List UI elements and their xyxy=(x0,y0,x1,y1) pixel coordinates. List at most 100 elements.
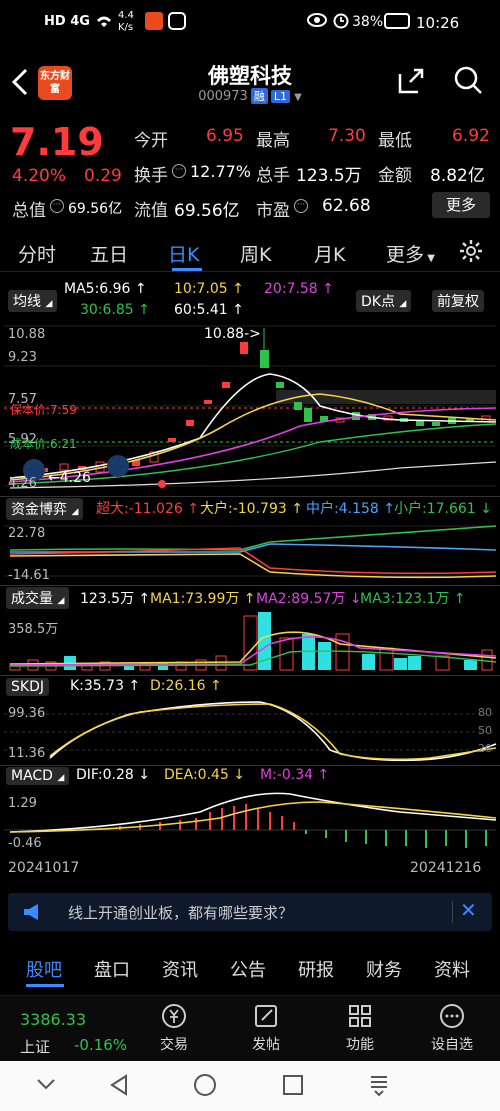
more-dots-icon[interactable]: ··· xyxy=(50,199,64,213)
caret-icon: ◢ xyxy=(57,596,65,606)
app-logo: 东方财富 xyxy=(38,66,72,100)
trade-label: 交易 xyxy=(160,1037,188,1053)
tab-month-k[interactable]: 月K xyxy=(314,240,345,267)
skdj-y-top: 99.36 xyxy=(8,706,46,721)
change-percent: 4.20% xyxy=(12,166,67,186)
total-hand-value: 123.5万 xyxy=(296,166,362,186)
skdj-y-bottom: 11.36 xyxy=(8,746,46,761)
ma30-value: 30:6.85 ↑ xyxy=(80,302,150,318)
volume-ma3: MA3:123.1万 ↑ xyxy=(360,591,466,607)
tab-news[interactable]: 资讯 xyxy=(162,956,198,982)
search-icon xyxy=(454,66,482,94)
post-button[interactable]: 发帖 xyxy=(236,1002,296,1054)
index-value: 3386.33 xyxy=(20,1010,87,1029)
caret-icon: ◢ xyxy=(71,507,79,517)
share-icon xyxy=(398,68,424,94)
tab-five-day[interactable]: 五日 xyxy=(90,240,128,267)
skdj-50: 50 xyxy=(478,724,492,737)
signal-icon: HD 4G xyxy=(44,14,90,29)
dk-point-button[interactable]: DK点 ◢ xyxy=(356,290,412,312)
skdj-selector[interactable]: SKDJ xyxy=(6,678,49,696)
fund-label: 资金博弈 xyxy=(11,502,67,518)
turnover-value: 12.77% xyxy=(190,162,252,181)
active-tab-indicator xyxy=(172,268,202,271)
chevron-down-icon[interactable] xyxy=(36,1077,56,1091)
fund-mid-line xyxy=(10,543,497,553)
notice-divider xyxy=(452,901,453,923)
volume-label: 成交量 xyxy=(11,591,53,607)
fund-big: 大户:-10.793 ↑ xyxy=(200,501,303,517)
float-value: 69.56亿 xyxy=(174,201,240,221)
low-label: 最低 xyxy=(378,131,412,151)
volume-selector[interactable]: 成交量 ◢ xyxy=(6,587,70,609)
tab-more[interactable]: 更多 ▼ xyxy=(386,240,435,267)
notice-bar[interactable]: 线上开通创业板，都有哪些要求？ ✕ xyxy=(8,893,492,931)
tab-day-k[interactable]: 日K xyxy=(168,240,199,267)
settings-button[interactable] xyxy=(458,238,484,268)
tab-week-k[interactable]: 周K xyxy=(240,240,271,267)
high-label: 最高 xyxy=(256,131,290,151)
home-circle-icon[interactable] xyxy=(193,1073,217,1097)
chart-tool-icon[interactable] xyxy=(107,455,129,477)
tab-research[interactable]: 研报 xyxy=(298,956,334,982)
index-change: -0.16% xyxy=(74,1036,128,1054)
adjust-button[interactable]: 前复权 xyxy=(432,290,484,312)
caret-icon: ◢ xyxy=(45,299,53,309)
more-dots-icon[interactable]: ··· xyxy=(294,199,308,213)
system-nav-bar xyxy=(0,1061,500,1111)
stock-code[interactable]: 000973 融 L1 ▼ xyxy=(150,88,350,104)
total-value: 69.56亿 xyxy=(68,201,123,217)
back-triangle-icon[interactable] xyxy=(108,1073,130,1097)
volume-chart[interactable] xyxy=(0,610,500,672)
grid-icon xyxy=(349,1005,371,1027)
fund-selector[interactable]: 资金博弈 ◢ xyxy=(6,498,84,520)
skdj-20: 20 xyxy=(478,742,492,755)
function-button[interactable]: 功能 xyxy=(330,1002,390,1054)
tab-time[interactable]: 分时 xyxy=(18,240,56,267)
macd-divider xyxy=(0,765,500,766)
tab-finance[interactable]: 财务 xyxy=(366,956,402,982)
amount-value: 8.82亿 xyxy=(430,166,485,186)
pe-value: 62.68 xyxy=(322,196,371,216)
notification-icon xyxy=(168,12,186,30)
active-tab-indicator xyxy=(26,984,64,987)
tab-announcements[interactable]: 公告 xyxy=(230,956,266,982)
open-label: 今开 xyxy=(134,131,168,151)
keyboard-hide-icon[interactable] xyxy=(368,1073,390,1097)
bottom-toolbar: 3386.33 上证 -0.16% 交易 发帖 功能 设自选 xyxy=(0,995,500,1061)
fund-chart[interactable] xyxy=(0,520,500,584)
volume-ma2: MA2:89.57万 ↓ xyxy=(256,591,362,607)
skdj-chart[interactable] xyxy=(0,700,500,764)
volume-ma1: MA1:73.99万 ↑ xyxy=(150,591,256,607)
macd-label: MACD xyxy=(11,768,53,784)
margin-badge: 融 xyxy=(250,88,268,104)
search-button[interactable] xyxy=(452,64,484,100)
index-widget[interactable]: 3386.33 xyxy=(20,1010,86,1029)
add-watchlist-button[interactable]: 设自选 xyxy=(422,1002,482,1054)
close-icon[interactable]: ✕ xyxy=(460,898,477,922)
marker-dot xyxy=(158,480,166,488)
macd-chart[interactable] xyxy=(0,790,500,854)
dk-label: DK点 xyxy=(361,294,395,310)
fund-super: 超大:-11.026 ↑ xyxy=(96,501,199,517)
caret-icon: ◢ xyxy=(57,773,65,783)
back-button[interactable] xyxy=(8,64,38,100)
high-value: 7.30 xyxy=(328,126,366,146)
share-button[interactable] xyxy=(396,66,426,100)
more-dots-icon[interactable]: ··· xyxy=(172,164,186,178)
trade-button[interactable]: 交易 xyxy=(144,1002,204,1054)
recents-square-icon[interactable] xyxy=(282,1074,304,1096)
fund-y-bottom: -14.61 xyxy=(8,568,50,583)
macd-selector[interactable]: MACD ◢ xyxy=(6,767,70,785)
gear-icon xyxy=(460,240,482,262)
ma-label: 均线 xyxy=(13,294,41,310)
tab-guba[interactable]: 股吧 xyxy=(26,956,62,982)
ma-selector[interactable]: 均线 ◢ xyxy=(8,290,58,312)
date-start: 20241017 xyxy=(8,860,80,876)
tab-pankou[interactable]: 盘口 xyxy=(94,956,130,982)
macd-y-top: 1.29 xyxy=(8,796,37,811)
skdj-80: 80 xyxy=(478,706,492,719)
more-button[interactable]: 更多 xyxy=(432,192,490,218)
high-marker: 10.88-> xyxy=(204,326,261,342)
tab-profile[interactable]: 资料 xyxy=(434,956,470,982)
